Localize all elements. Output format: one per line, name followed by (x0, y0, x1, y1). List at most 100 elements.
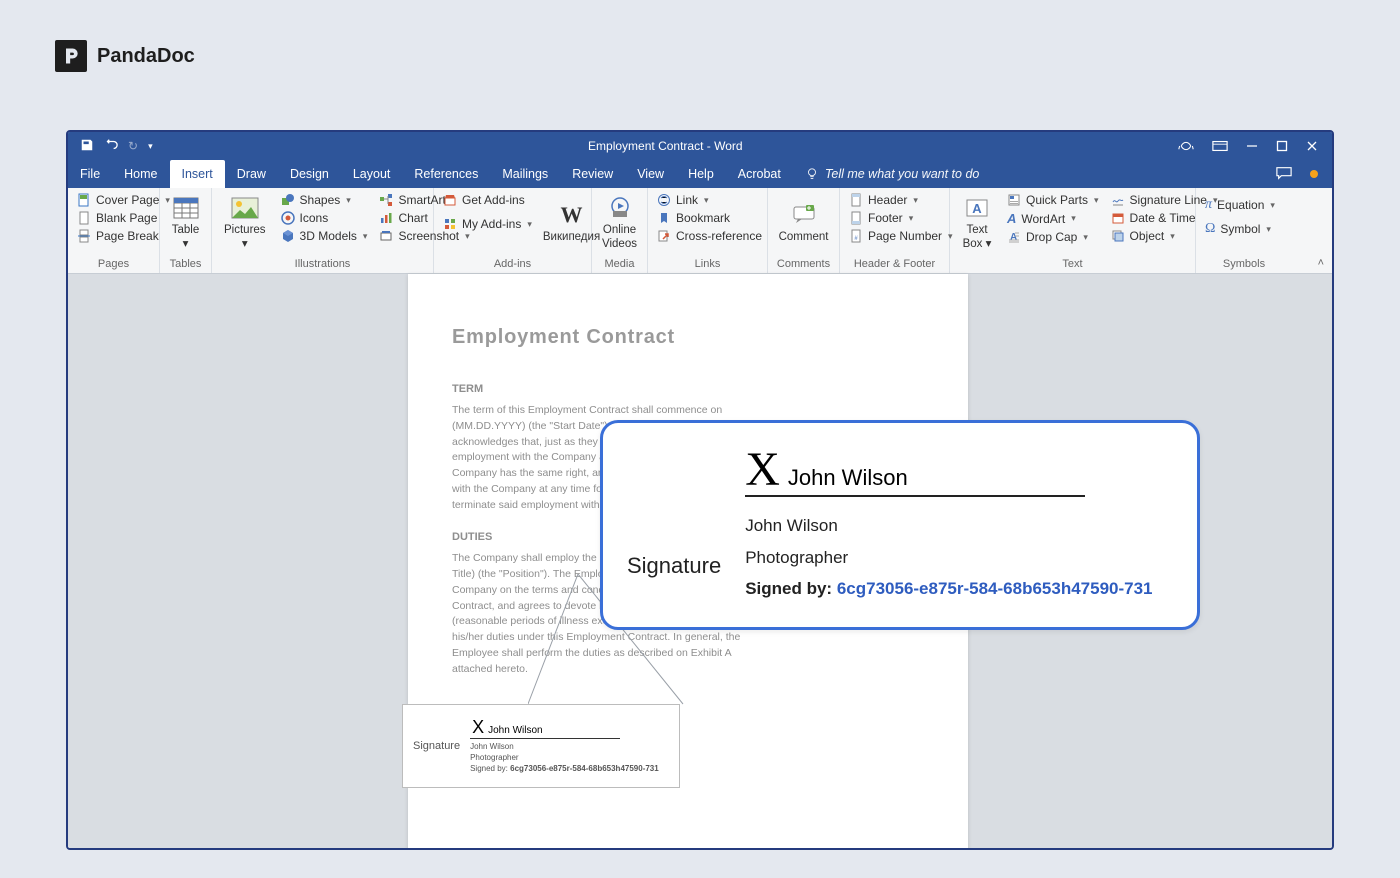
signature-label: Signature (413, 740, 460, 752)
callout-signature-x: X (745, 448, 780, 491)
tab-mailings[interactable]: Mailings (490, 160, 560, 188)
pandadoc-icon (61, 46, 81, 66)
tab-acrobat[interactable]: Acrobat (726, 160, 793, 188)
ribbon-display-icon[interactable] (1212, 140, 1228, 152)
tab-insert[interactable]: Insert (170, 160, 225, 188)
tab-home[interactable]: Home (112, 160, 169, 188)
group-tables-label: Tables (160, 258, 211, 273)
table-button[interactable]: Table▾ (165, 192, 207, 254)
tab-layout[interactable]: Layout (341, 160, 403, 188)
calendar-icon (1111, 211, 1125, 225)
maximize-button[interactable] (1276, 140, 1288, 152)
group-illustrations-label: Illustrations (212, 258, 433, 273)
pictures-button[interactable]: Pictures▾ (218, 192, 272, 254)
signer-name: John Wilson (470, 741, 659, 752)
callout-signature-line: X John Wilson (745, 448, 1085, 497)
3d-models-button[interactable]: 3D Models▾ (278, 228, 371, 244)
feedback-icon[interactable] (1276, 166, 1292, 183)
group-media-label: Media (592, 258, 647, 273)
online-videos-button[interactable]: Online Videos (596, 192, 643, 254)
tab-help[interactable]: Help (676, 160, 726, 188)
blank-page-icon (77, 211, 91, 225)
group-pages: Cover Page▾ Blank Page Page Break Pages (68, 188, 160, 273)
symbol-button[interactable]: ΩSymbol▾ (1202, 220, 1278, 238)
footer-button[interactable]: Footer▾ (846, 210, 956, 226)
signature-x: X (472, 718, 484, 736)
icons-icon (281, 211, 295, 225)
footer-icon (849, 211, 863, 225)
object-icon (1111, 229, 1125, 243)
shapes-button[interactable]: Shapes▾ (278, 192, 371, 208)
text-box-button[interactable]: A Text Box ▾ (956, 192, 998, 254)
group-symbols-label: Symbols (1196, 258, 1292, 273)
signature-line: X John Wilson (470, 718, 620, 739)
addins-icon (443, 217, 457, 231)
group-text-label: Text (950, 258, 1195, 273)
blank-page-button[interactable]: Blank Page (74, 210, 173, 226)
page-number-icon: # (849, 229, 863, 243)
table-icon (171, 195, 201, 221)
bookmark-button[interactable]: Bookmark (654, 210, 765, 226)
page-break-button[interactable]: Page Break (74, 228, 173, 244)
group-comments-label: Comments (768, 258, 839, 273)
page-number-button[interactable]: #Page Number▾ (846, 228, 956, 244)
wordart-button[interactable]: AWordArt▾ (1004, 210, 1102, 227)
quick-parts-button[interactable]: Quick Parts▾ (1004, 192, 1102, 208)
wikipedia-icon: W (557, 202, 587, 228)
svg-text:A: A (1010, 232, 1017, 243)
equation-button[interactable]: πEquation▾ (1202, 196, 1278, 214)
cover-page-button[interactable]: Cover Page▾ (74, 192, 173, 208)
smartart-icon (379, 193, 393, 207)
page-break-icon (77, 229, 91, 243)
redo-icon[interactable]: ↻ (128, 139, 138, 153)
pictures-icon (230, 195, 260, 221)
my-addins-button[interactable]: My Add-ins▾ (440, 216, 535, 232)
store-icon (443, 193, 457, 207)
cross-reference-button[interactable]: Cross-reference (654, 228, 765, 244)
signature-block[interactable]: Signature X John Wilson John Wilson Phot… (402, 704, 680, 788)
collapse-ribbon-icon[interactable]: ˄ (1318, 257, 1324, 269)
group-links-label: Links (648, 258, 767, 273)
notification-dot[interactable] (1310, 170, 1318, 178)
chart-icon (379, 211, 393, 225)
video-icon (605, 195, 635, 221)
tell-me-search[interactable]: Tell me what you want to do (805, 167, 980, 181)
tab-file[interactable]: File (68, 160, 112, 188)
signer-role: Photographer (470, 752, 659, 763)
tab-draw[interactable]: Draw (225, 160, 278, 188)
group-tables: Table▾ Tables (160, 188, 212, 273)
group-media: Online Videos Media (592, 188, 648, 273)
tab-references[interactable]: References (402, 160, 490, 188)
callout-signature-name: John Wilson (788, 465, 908, 491)
close-button[interactable] (1306, 140, 1318, 152)
callout-signature-hash: 6cg73056-e875r-584-68b653h47590-731 (837, 579, 1153, 598)
save-icon[interactable] (80, 138, 94, 155)
3d-models-icon (281, 229, 295, 243)
drop-cap-button[interactable]: ADrop Cap▾ (1004, 229, 1102, 245)
header-icon (849, 193, 863, 207)
icons-button[interactable]: Icons (278, 210, 371, 226)
signature-icon (1111, 193, 1125, 207)
header-button[interactable]: Header▾ (846, 192, 956, 208)
svg-text:A: A (972, 201, 982, 216)
minimize-button[interactable] (1246, 140, 1258, 152)
undo-icon[interactable] (104, 138, 118, 155)
text-box-icon: A (962, 195, 992, 221)
get-addins-button[interactable]: Get Add-ins (440, 192, 535, 208)
comment-button[interactable]: Comment (773, 192, 835, 254)
lightbulb-icon (805, 167, 819, 181)
group-pages-label: Pages (68, 258, 159, 273)
touch-mode-icon[interactable] (1178, 139, 1194, 153)
title-bar: ↻ ▾ Employment Contract - Word (68, 132, 1332, 160)
tab-design[interactable]: Design (278, 160, 341, 188)
callout-signer-name: John Wilson (745, 513, 1152, 539)
wordart-icon: A (1007, 211, 1016, 226)
tab-review[interactable]: Review (560, 160, 625, 188)
group-links: Link▾ Bookmark Cross-reference Links (648, 188, 768, 273)
window-title: Employment Contract - Word (153, 139, 1178, 153)
group-addins-label: Add-ins (434, 258, 591, 273)
link-button[interactable]: Link▾ (654, 192, 765, 208)
tab-view[interactable]: View (625, 160, 676, 188)
group-addins: Get Add-ins My Add-ins▾ W Википедия Add-… (434, 188, 592, 273)
symbol-icon: Ω (1205, 221, 1215, 237)
